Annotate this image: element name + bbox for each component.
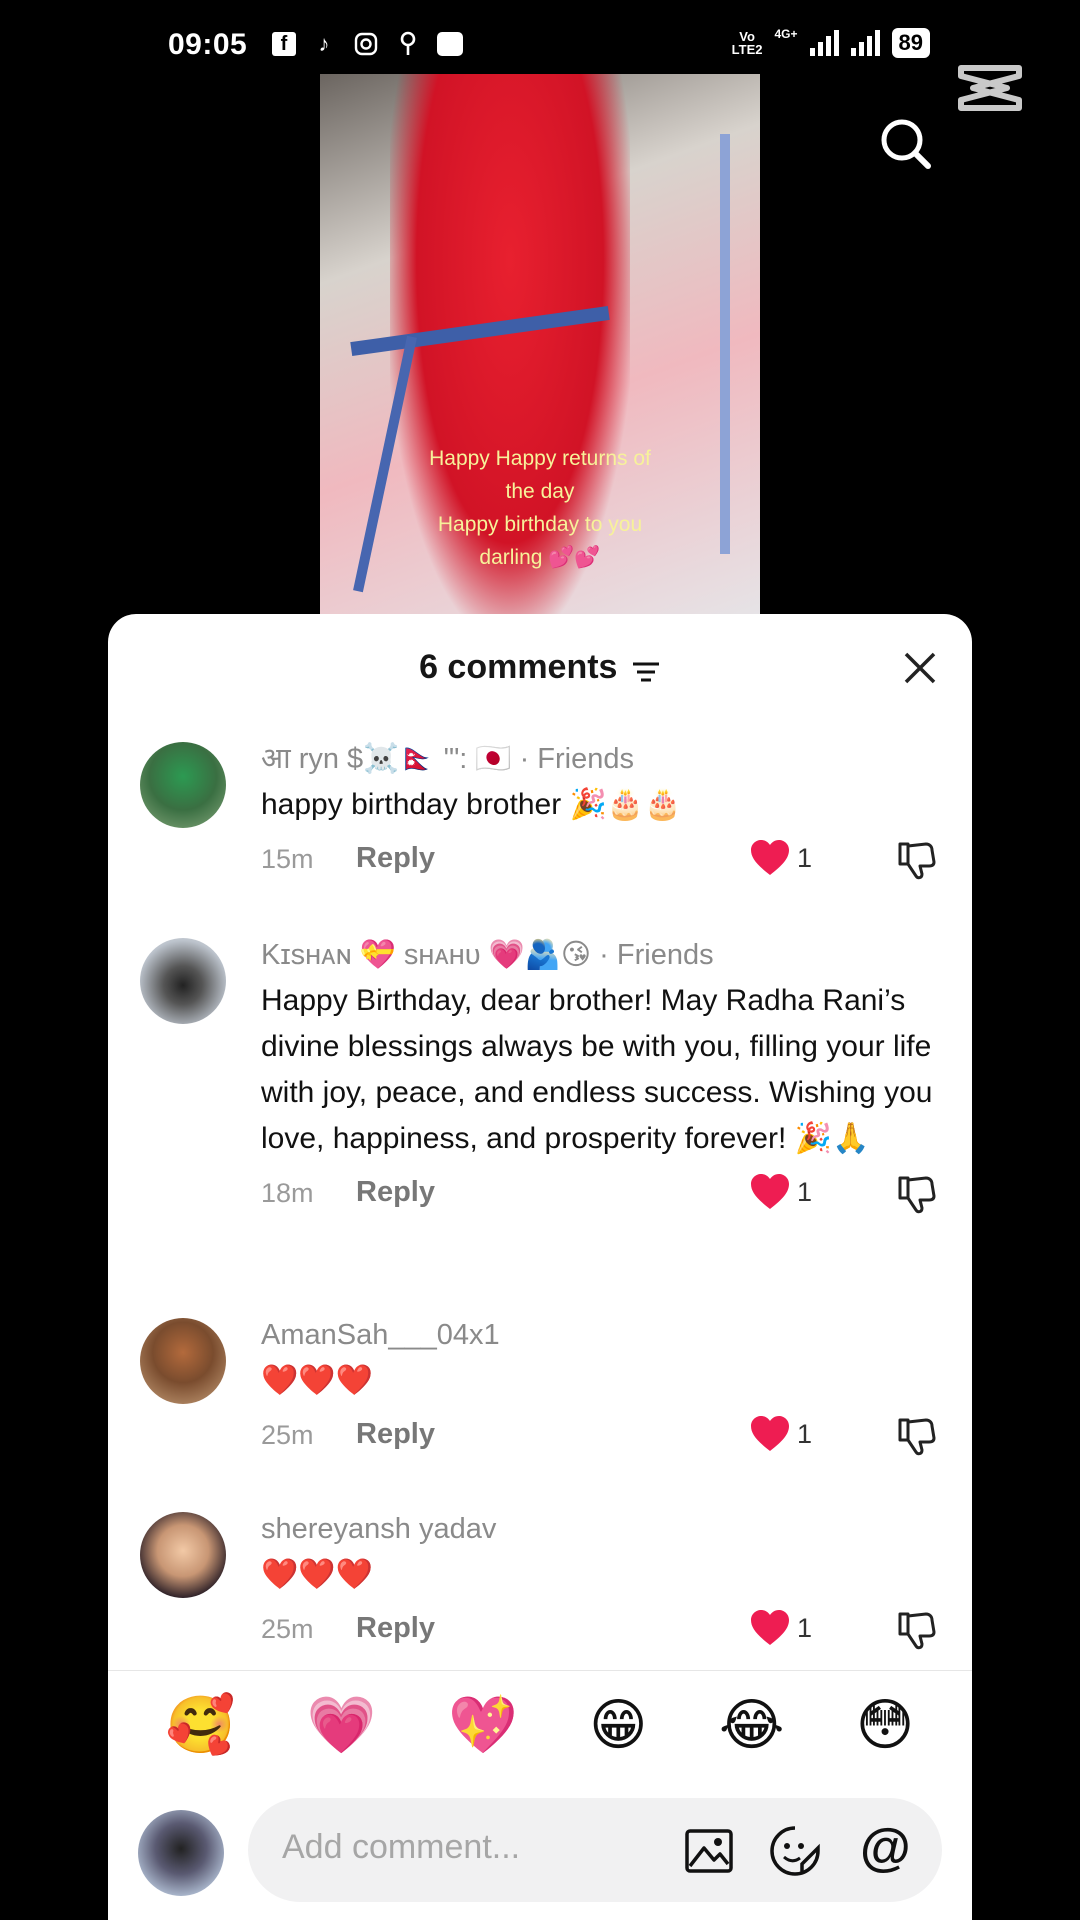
emoji-growing-heart[interactable]: 💗 xyxy=(307,1695,377,1756)
comments-list[interactable]: आ ryn $☠️🇳🇵 '": 🇯🇵 · Friends happy birth… xyxy=(108,720,972,1755)
emoji-smiling-hearts[interactable]: 🥰 xyxy=(166,1695,236,1756)
capcut-icon[interactable] xyxy=(955,60,1025,116)
sticker-icon[interactable] xyxy=(768,1824,822,1878)
comment-input-row: Add comment... @ xyxy=(108,1780,972,1920)
status-notification-icons: f ♪ xyxy=(272,30,464,58)
heart-icon xyxy=(750,840,789,875)
signal-icon-1 xyxy=(809,30,839,56)
avatar[interactable] xyxy=(140,1318,226,1404)
like-count: 1 xyxy=(796,1418,812,1449)
comment-username[interactable]: shereyansh yadav xyxy=(261,1490,938,1548)
comment-text: ❤️❤️❤️ xyxy=(261,1558,374,1591)
like-button[interactable]: 1 xyxy=(749,1608,812,1648)
heart-icon xyxy=(750,1610,789,1645)
facebook-icon: f xyxy=(272,32,296,56)
search-icon[interactable] xyxy=(878,116,934,172)
friends-tag: · Friends xyxy=(599,939,714,971)
emoji-sparkling-heart[interactable]: 💖 xyxy=(448,1695,518,1756)
video-caption: Happy Happy returns of the day Happy bir… xyxy=(429,447,651,569)
reply-button[interactable]: Reply xyxy=(356,842,435,875)
comment-input-placeholder: Add comment... xyxy=(282,1828,521,1866)
comment-item: आ ryn $☠️🇳🇵 '": 🇯🇵 · Friends happy birth… xyxy=(108,720,972,916)
comment-meta: 15m Reply 1 xyxy=(261,834,938,896)
comment-input[interactable]: Add comment... @ xyxy=(248,1798,942,1902)
comment-username[interactable]: आ ryn $☠️🇳🇵 '": 🇯🇵 · Friends xyxy=(261,720,938,778)
like-button[interactable]: 1 xyxy=(749,1172,812,1212)
comment-text: ❤️❤️❤️ xyxy=(261,1364,374,1397)
comment-meta: 25m Reply 1 xyxy=(261,1410,938,1472)
friends-tag: · Friends xyxy=(519,743,634,775)
close-icon[interactable] xyxy=(902,650,938,686)
reply-button[interactable]: Reply xyxy=(356,1418,435,1451)
dislike-icon[interactable] xyxy=(894,1172,938,1216)
comments-header: 6 comments xyxy=(108,614,972,720)
reply-button[interactable]: Reply xyxy=(356,1612,435,1645)
like-button[interactable]: 1 xyxy=(749,838,812,878)
comment-time: 18m xyxy=(261,1178,314,1208)
status-system-icons: Vo LTE2 4G+ 89 xyxy=(732,28,930,58)
comment-username[interactable]: Kɪsʜᴀɴ 💝 sʜᴀʜᴜ 💗🫂😘 · Friends xyxy=(261,916,938,974)
comment-time: 25m xyxy=(261,1614,314,1644)
emoji-grinning[interactable]: 😁 xyxy=(589,1695,647,1756)
video-preview[interactable]: Happy Happy returns of the day Happy bir… xyxy=(320,74,760,614)
sort-icon[interactable] xyxy=(631,654,661,682)
comment-time: 25m xyxy=(261,1420,314,1450)
comment-text: Happy Birthday, dear brother! May Radha … xyxy=(261,984,933,1155)
avatar[interactable] xyxy=(140,1512,226,1598)
like-count: 1 xyxy=(796,1612,812,1643)
avatar[interactable] xyxy=(140,938,226,1024)
comment-time: 15m xyxy=(261,844,314,874)
comment-meta: 18m Reply 1 xyxy=(261,1168,938,1230)
like-count: 1 xyxy=(796,1176,812,1207)
emoji-quick-bar: 🥰 💗 💖 😁 😂 😳 xyxy=(108,1670,972,1780)
avatar[interactable] xyxy=(140,742,226,828)
comment-username[interactable]: AmanSah___04x1 xyxy=(261,1296,938,1354)
volte-indicator: Vo LTE2 xyxy=(731,29,763,57)
network-type: 4G+ xyxy=(774,27,798,41)
tiktok-icon: ♪ xyxy=(318,31,330,56)
comment-item: shereyansh yadav ❤️❤️❤️ 25m Reply 1 xyxy=(108,1490,972,1684)
comment-meta: 25m Reply 1 xyxy=(261,1604,938,1666)
dislike-icon[interactable] xyxy=(894,1414,938,1458)
mention-icon[interactable]: @ xyxy=(860,1818,911,1878)
status-bar: 09:05 f ♪ Vo LTE2 4G+ 89 xyxy=(0,0,1080,80)
like-button[interactable]: 1 xyxy=(749,1414,812,1454)
comment-item: Kɪsʜᴀɴ 💝 sʜᴀʜᴜ 💗🫂😘 · Friends Happy Birth… xyxy=(108,916,972,1296)
dislike-icon[interactable] xyxy=(894,838,938,882)
battery-indicator: 89 xyxy=(891,28,930,58)
status-time: 09:05 xyxy=(168,28,248,61)
heart-icon xyxy=(750,1174,789,1209)
comment-text: happy birthday brother 🎉🎂🎂 xyxy=(261,788,682,821)
app-notification-icon xyxy=(436,30,464,58)
heart-icon xyxy=(750,1416,789,1451)
comments-title: 6 comments xyxy=(108,648,972,687)
location-icon xyxy=(394,30,422,58)
image-icon[interactable] xyxy=(684,1826,734,1876)
emoji-flushed[interactable]: 😳 xyxy=(856,1695,914,1756)
comments-sheet: 6 comments आ ryn $☠️🇳🇵 '": 🇯🇵 · Friends … xyxy=(108,614,972,1920)
instagram-icon xyxy=(352,30,380,58)
signal-icon-2 xyxy=(850,30,880,56)
my-avatar[interactable] xyxy=(138,1810,224,1896)
comment-item: AmanSah___04x1 ❤️❤️❤️ 25m Reply 1 xyxy=(108,1296,972,1490)
dislike-icon[interactable] xyxy=(894,1608,938,1652)
emoji-tears-of-joy[interactable]: 😂 xyxy=(719,1695,784,1756)
reply-button[interactable]: Reply xyxy=(356,1176,435,1209)
like-count: 1 xyxy=(796,842,812,873)
